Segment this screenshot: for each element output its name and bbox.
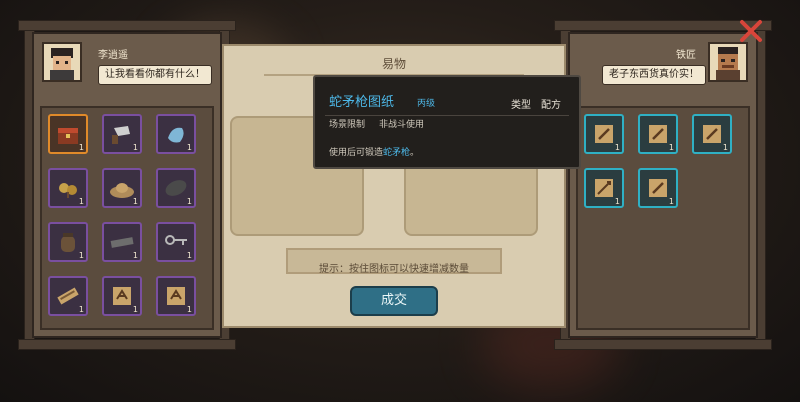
herb-icon	[59, 183, 77, 198]
close-icon[interactable]	[738, 18, 764, 44]
panel-beam	[18, 339, 236, 350]
item-slot[interactable]: 1	[48, 168, 88, 208]
item-slot[interactable]: 1	[638, 168, 678, 208]
item-quantity: 1	[78, 143, 84, 152]
blacksmith-portrait-icon	[710, 44, 746, 80]
item-slot[interactable]: 1	[584, 168, 624, 208]
merchant-inventory-panel: 铁匠 老子东西货真价实！ 1 1 1 1 1	[554, 20, 772, 350]
merchant-name: 铁匠	[676, 50, 696, 61]
blue-cloth-icon	[168, 127, 184, 143]
item-quantity: 1	[132, 197, 138, 206]
item-quantity: 1	[722, 143, 728, 152]
npc-header: 铁匠 老子东西货真价实！	[570, 34, 756, 102]
item-quantity: 1	[186, 305, 192, 314]
tooltip-limit-label: 场景限制	[329, 120, 366, 130]
weapon-recipe-icon	[649, 179, 667, 197]
player-item-grid: 1 1 1 1 1 1 1 1 1 1 1 1	[40, 106, 214, 330]
weapon-recipe-icon	[703, 125, 721, 143]
item-slot[interactable]: 1	[102, 168, 142, 208]
straw-hat-icon	[110, 183, 134, 198]
item-slot[interactable]: 1	[48, 276, 88, 316]
player-inventory-panel: 李逍遥 让我看看你都有什么！ 1 1 1 1 1 1 1 1 1 1 1 1	[18, 20, 236, 350]
item-quantity: 1	[186, 143, 192, 152]
item-quantity: 1	[614, 197, 620, 206]
item-quantity: 1	[668, 143, 674, 152]
spear-recipe-icon	[595, 179, 613, 197]
tooltip-type-label: 类型	[511, 100, 531, 111]
blueprint-icon	[167, 287, 185, 305]
deal-button[interactable]: 成交	[350, 286, 438, 316]
black-leaf-icon	[165, 180, 187, 196]
item-quantity: 1	[186, 251, 192, 260]
merchant-item-grid: 1 1 1 1 1	[576, 106, 750, 330]
player-portrait-icon	[44, 44, 80, 80]
key-icon	[165, 235, 187, 245]
item-quantity: 1	[78, 197, 84, 206]
item-slot[interactable]: 1	[156, 222, 196, 262]
tooltip-divider	[325, 115, 569, 116]
iron-bar-icon	[110, 237, 134, 248]
item-quantity: 1	[186, 197, 192, 206]
tooltip-description: 使用后可锻造蛇矛枪。	[329, 145, 419, 158]
item-slot[interactable]: 1	[584, 114, 624, 154]
merchant-speech-bubble: 老子东西货真价实！	[602, 65, 706, 85]
treasure-chest-icon	[58, 128, 78, 144]
item-slot[interactable]: 1	[102, 114, 142, 154]
scroll-icon	[57, 287, 79, 305]
cleaver-icon	[112, 126, 130, 144]
item-slot[interactable]: 1	[692, 114, 732, 154]
item-quantity: 1	[78, 251, 84, 260]
tooltip-limit-value: 非战斗使用	[379, 120, 425, 130]
player-name: 李逍遥	[98, 50, 128, 61]
trade-title: 易物	[381, 57, 406, 71]
npc-header: 李逍遥 让我看看你都有什么！	[34, 34, 220, 102]
weapon-recipe-icon	[595, 125, 613, 143]
panel-frame: 李逍遥 让我看看你都有什么！ 1 1 1 1 1 1 1 1 1 1 1 1	[32, 32, 222, 338]
tooltip-item-name: 蛇矛枪图纸	[329, 95, 395, 110]
desc-suffix: 。	[410, 148, 420, 158]
item-slot[interactable]: 1	[156, 168, 196, 208]
item-slot[interactable]: 1	[102, 276, 142, 316]
panel-beam	[554, 339, 772, 350]
item-tooltip: 蛇矛枪图纸 丙级 类型 配方 场景限制 非战斗使用 使用后可锻造蛇矛枪。	[313, 75, 581, 169]
item-quantity: 1	[614, 143, 620, 152]
jar-icon	[61, 233, 75, 252]
tooltip-type-value: 配方	[541, 100, 561, 111]
item-quantity: 1	[132, 251, 138, 260]
hint-text: 提示：按住图标可以快速增减数量	[319, 264, 469, 275]
tooltip-item-grade: 丙级	[417, 99, 436, 109]
desc-prefix: 使用后可锻造	[329, 148, 384, 158]
panel-frame: 铁匠 老子东西货真价实！ 1 1 1 1 1	[568, 32, 758, 338]
item-slot[interactable]: 1	[48, 114, 88, 154]
item-slot[interactable]: 1	[156, 276, 196, 316]
item-slot[interactable]: 1	[48, 222, 88, 262]
merchant-avatar	[708, 42, 748, 82]
weapon-recipe-icon	[649, 125, 667, 143]
player-speech-bubble: 让我看看你都有什么！	[98, 65, 212, 85]
desc-highlight: 蛇矛枪	[383, 148, 411, 158]
item-quantity: 1	[132, 305, 138, 314]
item-slot[interactable]: 1	[156, 114, 196, 154]
item-slot[interactable]: 1	[638, 114, 678, 154]
blueprint-icon	[113, 287, 131, 305]
item-slot[interactable]: 1	[102, 222, 142, 262]
item-quantity: 1	[668, 197, 674, 206]
item-quantity: 1	[78, 305, 84, 314]
panel-beam	[18, 20, 236, 31]
player-avatar	[42, 42, 82, 82]
item-quantity: 1	[132, 143, 138, 152]
